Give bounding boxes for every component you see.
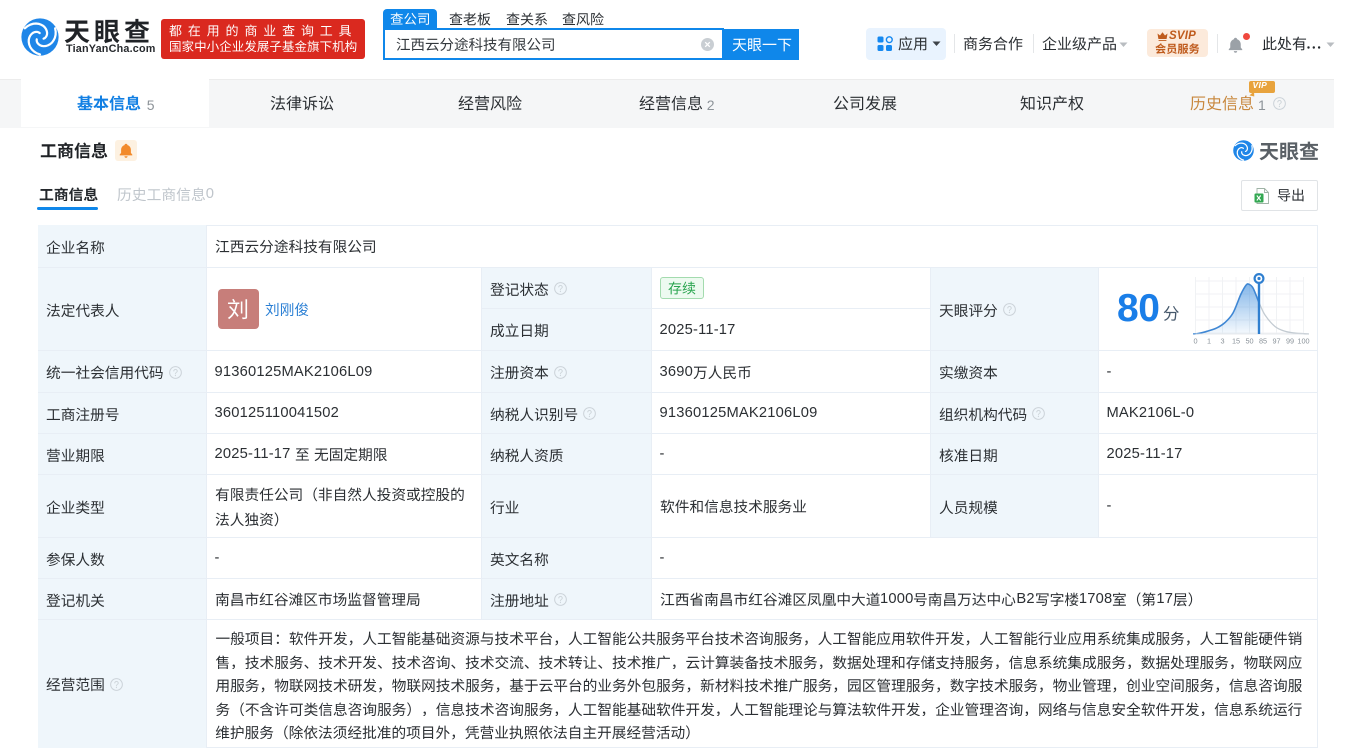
svg-text:85: 85 (1259, 336, 1267, 345)
svg-text:50: 50 (1245, 336, 1253, 345)
svg-text:3: 3 (1220, 336, 1224, 345)
svg-text:100: 100 (1297, 336, 1309, 345)
svg-text:1: 1 (1207, 336, 1211, 345)
svg-text:0: 0 (1193, 336, 1197, 345)
svg-text:99: 99 (1286, 336, 1294, 345)
svg-text:15: 15 (1232, 336, 1240, 345)
svg-text:97: 97 (1272, 336, 1280, 345)
